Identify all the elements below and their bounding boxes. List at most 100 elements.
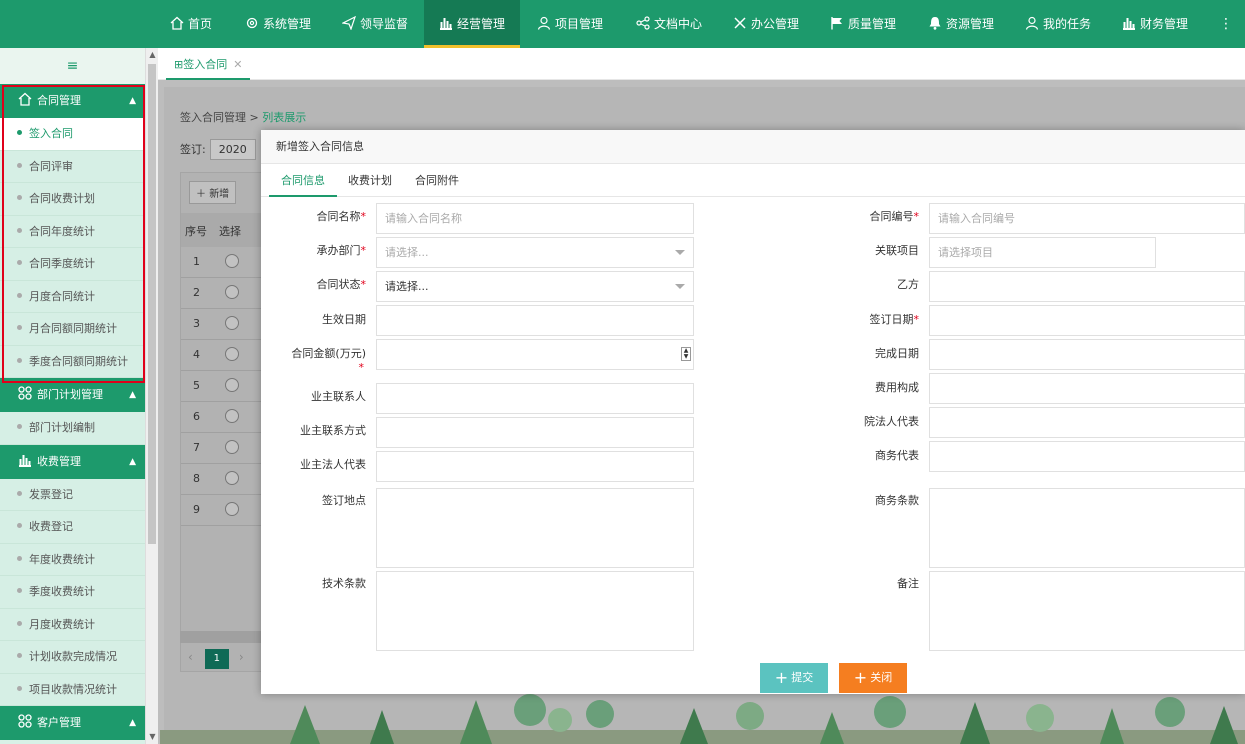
row-radio[interactable] (225, 409, 239, 423)
stepper-icon[interactable]: ▲ ▼ (681, 347, 691, 361)
bullet-icon (17, 424, 22, 429)
nav-office[interactable]: 办公管理 (733, 0, 799, 48)
pagination: ‹ 1 › (188, 649, 244, 669)
sign-date-input[interactable] (929, 305, 1245, 336)
row-radio[interactable] (225, 254, 239, 268)
tools-icon (733, 16, 747, 30)
dept-select[interactable]: 请选择... (376, 237, 694, 268)
sidebar-item-project-fee[interactable]: 项目收款情况统计 (0, 673, 145, 706)
biz-terms-textarea[interactable] (929, 488, 1245, 568)
scrollbar-thumb[interactable] (148, 64, 156, 544)
party-b-input[interactable] (929, 271, 1245, 302)
row-radio[interactable] (225, 378, 239, 392)
row-radio[interactable] (225, 502, 239, 516)
sidebar-item-dept-plan-edit[interactable]: 部门计划编制 (0, 412, 145, 445)
owner-legal-input[interactable] (376, 451, 694, 482)
finish-date-input[interactable] (929, 339, 1245, 370)
row-radio[interactable] (225, 316, 239, 330)
tab-attachments[interactable]: 合同附件 (403, 164, 471, 197)
sidebar-item-monthly-stats[interactable]: 月度合同统计 (0, 280, 145, 313)
close-button[interactable]: + 关闭 (839, 663, 907, 693)
flag-icon (830, 16, 844, 30)
table-row[interactable]: 7 (181, 433, 271, 464)
table-row[interactable]: 9 (181, 495, 271, 526)
add-button[interactable]: ＋ 新增 (189, 181, 237, 204)
table-row[interactable]: 6 (181, 402, 271, 433)
row-radio[interactable] (225, 471, 239, 485)
nav-tasks[interactable]: 我的任务 (1025, 0, 1091, 48)
caret-up-icon: ▲ (129, 456, 136, 467)
sidebar-toggle-icon[interactable]: ≡ (0, 48, 145, 84)
prev-page-icon[interactable]: ‹ (188, 650, 193, 664)
nav-project[interactable]: 项目管理 (537, 0, 603, 48)
sidebar-item-plan-completion[interactable]: 计划收款完成情况 (0, 641, 145, 674)
year-select[interactable]: 2020 (209, 139, 256, 160)
nav-home[interactable]: 首页 (170, 0, 212, 48)
nav-business[interactable]: 经营管理 (424, 0, 521, 48)
row-index: 4 (193, 348, 200, 361)
page-number[interactable]: 1 (204, 649, 229, 669)
table-row[interactable]: 8 (181, 464, 271, 495)
legal-rep-input[interactable] (929, 407, 1245, 438)
more-menu-icon[interactable]: ⋮ (1219, 0, 1233, 48)
project-input[interactable]: 请选择项目 (929, 237, 1156, 268)
cost-input[interactable] (929, 373, 1245, 404)
breadcrumb-root[interactable]: 签入合同管理 (180, 111, 246, 124)
contract-code-input[interactable]: 请输入合同编号 (929, 203, 1245, 234)
sidebar-group-fee[interactable]: 收费管理 ▲ (0, 444, 145, 479)
close-icon[interactable]: ✕ (233, 58, 242, 71)
nav-docs[interactable]: 文档中心 (636, 0, 702, 48)
row-radio[interactable] (225, 347, 239, 361)
table-row[interactable]: 4 (181, 340, 271, 371)
effective-date-input[interactable] (376, 305, 694, 336)
sidebar-group-customer[interactable]: 客户管理 ▲ (0, 706, 145, 740)
sidebar-item-annual-fee[interactable]: 年度收费统计 (0, 543, 145, 576)
sidebar-item-monthly-yoy[interactable]: 月合同额同期统计 (0, 313, 145, 346)
sidebar-group-dept-plan[interactable]: 部门计划管理 ▲ (0, 378, 145, 412)
tab-contract-info[interactable]: 合同信息 (269, 164, 337, 197)
next-page-icon[interactable]: › (239, 650, 244, 664)
sidebar-item-signed-contract[interactable]: 签入合同 (0, 118, 145, 151)
tab-fee-plan[interactable]: 收费计划 (336, 164, 404, 197)
nav-quality[interactable]: 质量管理 (830, 0, 896, 48)
item-label: 计划收款完成情况 (29, 650, 117, 663)
user-icon (537, 16, 551, 30)
table-row[interactable]: 2 (181, 278, 271, 309)
contract-code-label: 合同编号* (814, 208, 920, 224)
tab-signed-contract[interactable]: ⊞签入合同 ✕ (166, 50, 251, 80)
contract-name-input[interactable]: 请输入合同名称 (376, 203, 694, 234)
sidebar-item-annual-stats[interactable]: 合同年度统计 (0, 215, 145, 248)
owner-contact-input[interactable] (376, 383, 694, 414)
sidebar-item-fee-register[interactable]: 收费登记 (0, 511, 145, 544)
nav-resources[interactable]: 资源管理 (928, 0, 994, 48)
row-radio[interactable] (225, 440, 239, 454)
sidebar-item-invoice[interactable]: 发票登记 (0, 478, 145, 511)
table-row[interactable]: 1 (181, 247, 271, 278)
submit-button[interactable]: + 提交 (760, 663, 828, 693)
caret-up-icon: ▲ (129, 718, 136, 728)
table-row[interactable]: 5 (181, 371, 271, 402)
select-value: 请选择... (385, 280, 429, 293)
status-select[interactable]: 请选择... (376, 271, 694, 302)
sign-place-textarea[interactable] (376, 488, 694, 568)
sidebar-item-quarterly-yoy[interactable]: 季度合同额同期统计 (0, 345, 145, 378)
tech-terms-textarea[interactable] (376, 571, 694, 651)
nav-leadership[interactable]: 领导监督 (342, 0, 408, 48)
bullet-icon (17, 130, 22, 135)
amount-input[interactable]: ▲ ▼ (376, 339, 694, 370)
sidebar-group-contract[interactable]: 合同管理 ▲ (0, 84, 145, 118)
table-row[interactable]: 3 (181, 309, 271, 340)
nav-system[interactable]: 系统管理 (245, 0, 311, 48)
nav-finance[interactable]: 财务管理 (1122, 0, 1188, 48)
owner-phone-input[interactable] (376, 417, 694, 448)
biz-rep-input[interactable] (929, 441, 1245, 472)
sidebar-item-contract-review[interactable]: 合同评审 (0, 150, 145, 183)
sidebar-item-quarterly-fee[interactable]: 季度收费统计 (0, 576, 145, 609)
sidebar-item-quarterly-stats[interactable]: 合同季度统计 (0, 248, 145, 281)
row-radio[interactable] (225, 285, 239, 299)
table-hscrollbar[interactable] (180, 631, 270, 643)
sidebar-item-fee-plan[interactable]: 合同收费计划 (0, 183, 145, 216)
sidebar-item-monthly-fee[interactable]: 月度收费统计 (0, 608, 145, 641)
remark-textarea[interactable] (929, 571, 1245, 651)
sidebar-scrollbar[interactable]: ▲ ▼ (145, 48, 158, 744)
